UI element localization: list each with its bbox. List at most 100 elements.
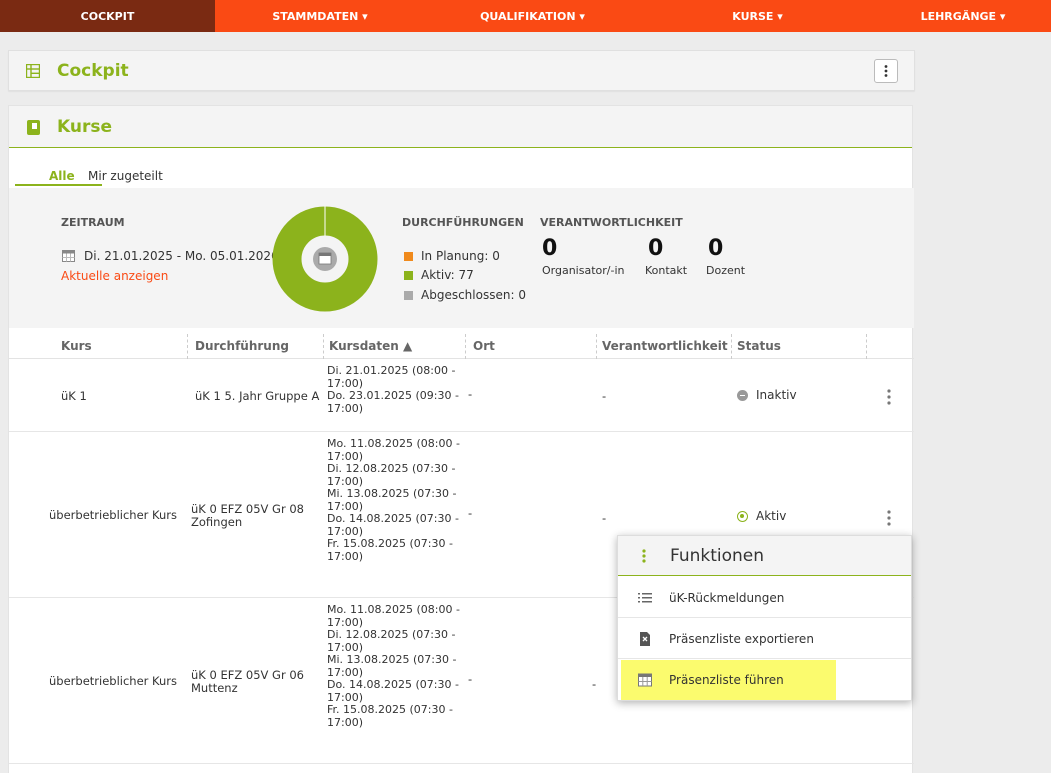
menu-item-label: Präsenzliste führen [669,673,784,687]
date-line: Mo. 11.08.2025 (08:00 - [327,603,460,616]
cell-durchfuehrung: üK 0 EFZ 05V Gr 08 Zofingen [191,503,304,529]
status-label: Inaktiv [756,388,797,402]
count-dozent-label: Dozent [706,264,746,277]
show-current-link[interactable]: Aktuelle anzeigen [61,269,168,283]
cell-kurs: überbetrieblicher Kurs [49,508,178,522]
nav-item-cockpit[interactable]: COCKPIT [0,0,215,32]
kurse-title: Kurse [57,117,113,137]
kurse-header: Kurse [9,106,912,148]
top-nav: COCKPIT STAMMDATEN ▾ QUALIFIKATION ▾ KUR… [0,0,1051,32]
kebab-icon [642,549,646,563]
legend-abgeschlossen: Abgeschlossen: 0 [404,288,526,302]
col-separator [323,334,324,359]
nav-item-stammdaten[interactable]: STAMMDATEN ▾ [215,0,425,32]
col-separator [187,334,188,359]
count-dozent: 0 [708,236,724,261]
tab-mir-zugeteilt[interactable]: Mir zugeteilt [88,169,163,183]
table-header: Kurs Durchführung Kursdaten ▲ Ort Verant… [9,334,914,359]
verantwortlichkeit-label: VERANTWORTLICHKEIT [540,216,683,229]
legend-swatch [404,270,413,280]
date-line: Di. 12.08.2025 (07:30 - [327,628,456,641]
date-range: Di. 21.01.2025 - Mo. 05.01.2026 [84,249,279,263]
durchfuehrung-line: Muttenz [191,681,238,695]
date-line: Fr. 15.08.2025 (07:30 - [327,537,453,550]
col-header-status[interactable]: Status [737,339,781,353]
cell-verantwortlichkeit: - [592,677,597,691]
cell-kurs: überbetrieblicher Kurs [49,674,178,688]
menu-item-praesenzliste-fuehren[interactable]: Präsenzliste führen [621,660,836,700]
legend-swatch [404,251,413,261]
col-separator [465,334,466,359]
legend-value: 0 [492,249,500,263]
menu-item-praesenzliste-exportieren[interactable]: Präsenzliste exportieren [618,619,911,659]
tabs: Alle Mir zugeteilt [9,148,912,188]
calendar-icon [62,250,75,262]
date-line: Do. 14.08.2025 (07:30 - [327,678,459,691]
legend-swatch [404,290,413,300]
date-line: Mo. 11.08.2025 (08:00 - [327,437,460,450]
col-separator [731,334,732,359]
tab-alle[interactable]: Alle [49,169,75,183]
col-separator [596,334,597,359]
list-icon [638,592,652,602]
durchfuehrung-line: Zofingen [191,515,243,529]
nav-item-lehrgaenge[interactable]: LEHRGÄNGE ▾ [875,0,1051,32]
date-line: Di. 12.08.2025 (07:30 - [327,462,456,475]
cell-kurs: üK 1 [61,389,87,403]
count-kontakt-label: Kontakt [645,264,688,277]
menu-item-label: Präsenzliste exportieren [669,631,814,646]
cell-durchfuehrung: üK 0 EFZ 05V Gr 06 Muttenz [191,669,304,695]
cell-verantwortlichkeit: - [602,511,607,525]
date-line: 17:00) [327,715,363,729]
date-line: Mi. 13.08.2025 (07:30 - [327,487,457,500]
calendar-grid-icon [638,673,652,687]
status-inaktiv: Inaktiv [737,388,797,402]
legend-value: 77 [458,268,474,282]
cockpit-header-card: Cockpit [8,50,915,91]
menu-item-uek-rueckmeldungen[interactable]: üK-Rückmeldungen [618,578,911,618]
date-line: Do. 14.08.2025 (07:30 - [327,512,459,525]
date-line: Do. 23.01.2025 (09:30 - [327,389,459,402]
summary-panel: ZEITRAUM Di. 21.01.2025 - Mo. 05.01.2026… [9,188,914,328]
status-donut-chart [272,206,378,312]
date-line: 17:00) [327,549,363,563]
status-label: Aktiv [756,509,787,523]
date-line: Fr. 15.08.2025 (07:30 - [327,703,453,716]
col-separator [866,334,867,359]
cell-kursdaten: Mo. 11.08.2025 (08:00 - 17:00) Di. 12.08… [327,603,467,729]
active-status-icon [737,510,748,522]
row-menu-kebab-icon[interactable] [884,388,894,406]
legend-label: Aktiv: [421,268,455,282]
menu-item-label: üK-Rückmeldungen [669,590,785,605]
inactive-status-icon [737,389,748,401]
col-header-ort[interactable]: Ort [473,339,495,353]
funktionen-popup: Funktionen üK-Rückmeldungen Präsenzliste… [617,535,912,701]
col-header-kursdaten[interactable]: Kursdaten ▲ [329,339,412,353]
col-header-verantwortlichkeit[interactable]: Verantwortlichkeit [602,339,728,353]
col-header-durchfuehrung[interactable]: Durchführung [195,339,289,353]
dashboard-grid-icon [26,64,40,78]
popup-title: Funktionen [670,546,765,566]
kebab-icon [884,65,888,77]
legend-value: 0 [518,288,526,302]
cockpit-title: Cockpit [57,61,129,81]
book-icon [27,120,40,135]
cell-ort: - [468,387,473,401]
col-header-kurs[interactable]: Kurs [61,339,92,353]
date-line: 17:00) [327,401,363,415]
nav-item-kurse[interactable]: KURSE ▾ [640,0,875,32]
count-organisator-label: Organisator/-in [542,264,625,277]
legend-label: Abgeschlossen: [421,288,515,302]
table-row[interactable]: üK 1 üK 1 5. Jahr Gruppe A Di. 21.01.202… [9,360,914,432]
cell-verantwortlichkeit: - [602,389,607,403]
nav-item-qualifikation[interactable]: QUALIFIKATION ▾ [425,0,640,32]
cockpit-menu-button[interactable] [874,59,898,83]
cell-ort: - [468,672,473,686]
cell-ort: - [468,506,473,520]
status-aktiv: Aktiv [737,509,786,523]
row-menu-kebab-icon[interactable] [884,509,894,527]
cell-kursdaten: Mo. 11.08.2025 (08:00 - 17:00) Di. 12.08… [327,437,467,563]
legend-aktiv: Aktiv: 77 [404,268,474,282]
zeitraum-label: ZEITRAUM [61,216,125,229]
export-file-icon [640,631,650,646]
